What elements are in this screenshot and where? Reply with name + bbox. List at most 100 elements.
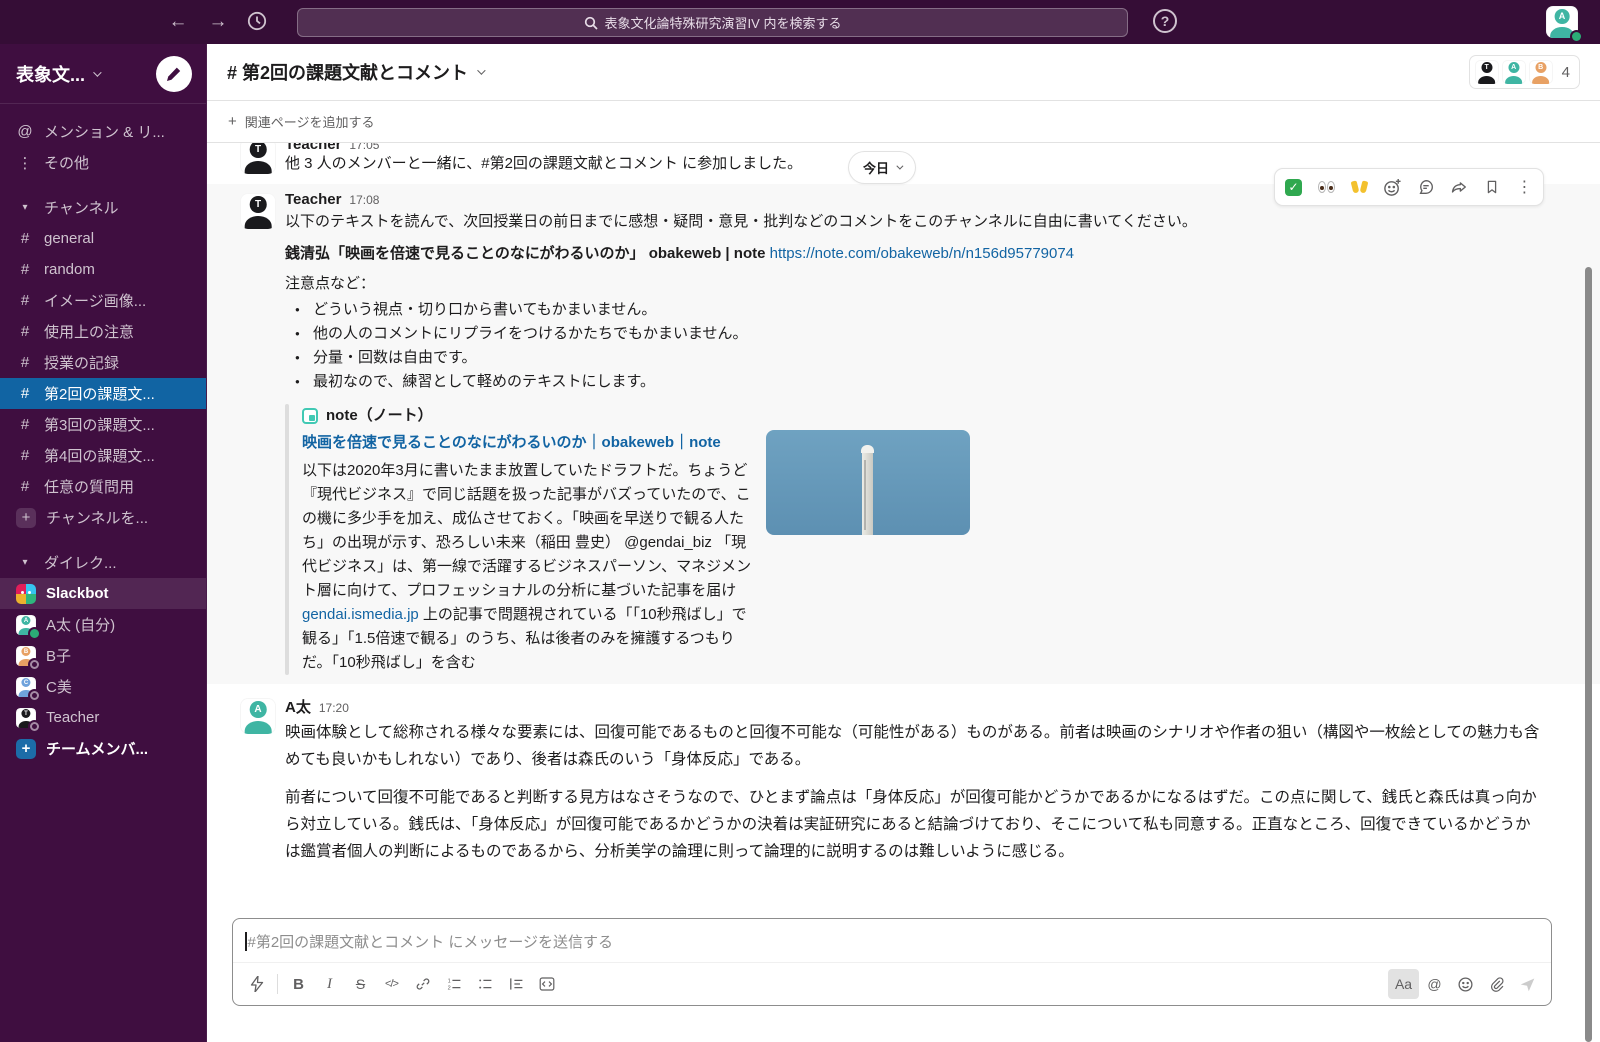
hash-icon: # (16, 447, 34, 464)
user-avatar-initial: A (1555, 9, 1570, 24)
workspace-header: 表象文... (0, 44, 206, 104)
pencil-icon (166, 66, 182, 82)
strikethrough-button[interactable]: S (345, 969, 376, 999)
link-button[interactable] (407, 969, 438, 999)
hash-icon: # (16, 230, 34, 247)
new-message-button[interactable] (156, 56, 192, 92)
blockquote-button[interactable] (500, 969, 531, 999)
chevron-down-icon (896, 163, 903, 170)
unfurl-title-link[interactable]: 映画を倍速で見ることのなにがわるいのか｜obakeweb｜note (302, 430, 752, 456)
show-formatting-button[interactable]: Aa (1388, 969, 1419, 999)
dm-section-header[interactable]: ▾ ダイレク... (0, 547, 206, 578)
bullet-item: 他の人のコメントにリプライをつけるかたちでもかまいません。 (313, 322, 1544, 346)
message-author[interactable]: A太 (285, 696, 311, 717)
bullet-list-icon (477, 976, 493, 992)
ordered-list-button[interactable]: 12 (438, 969, 469, 999)
sidebar-channel-general[interactable]: # general (0, 223, 206, 254)
message-composer: #第2回の課題文献とコメント にメッセージを送信する B I S </> 12 (232, 918, 1552, 1006)
sidebar-channel-session4[interactable]: # 第4回の課題文... (0, 440, 206, 471)
at-icon: @ (16, 123, 34, 140)
avatar[interactable]: T (240, 193, 276, 675)
help-button[interactable]: ? (1153, 9, 1177, 33)
sidebar-channel-questions[interactable]: # 任意の質問用 (0, 471, 206, 502)
sidebar-channel-random[interactable]: # random (0, 254, 206, 285)
add-reaction-button[interactable] (1376, 171, 1409, 203)
invite-members-button[interactable]: + チームメンバ... (0, 733, 206, 764)
bullet-list-button[interactable] (469, 969, 500, 999)
more-actions-button[interactable]: ⋮ (1508, 171, 1541, 203)
gendai-link[interactable]: gendai.ismedia.jp (302, 606, 419, 623)
code-button[interactable]: </> (376, 969, 407, 999)
avatar: T (16, 708, 36, 728)
message-time[interactable]: 17:20 (319, 701, 349, 715)
sidebar-item-mentions[interactable]: @ メンション & リ... (0, 116, 206, 147)
send-icon (1519, 976, 1536, 993)
sidebar-channel-images[interactable]: # イメージ画像... (0, 285, 206, 316)
unfurl-site-name: note（ノート） (326, 404, 433, 428)
composer-input[interactable]: #第2回の課題文献とコメント にメッセージを送信する (233, 919, 1551, 964)
dm-cmi[interactable]: C C美 (0, 671, 206, 702)
presence-online-icon (28, 627, 41, 640)
ata-message: A A太 17:20 映画体験として総称される様々な要素には、回復可能であるもの… (207, 684, 1600, 874)
presence-offline-icon (28, 689, 41, 702)
channel-title[interactable]: # 第2回の課題文献とコメント (227, 59, 468, 85)
blockquote-icon (508, 976, 524, 992)
channels-section-header[interactable]: ▾ チャンネル (0, 192, 206, 223)
sidebar-channel-usage-notes[interactable]: # 使用上の注意 (0, 316, 206, 347)
hash-icon: # (16, 416, 34, 433)
save-bookmark-button[interactable] (1475, 171, 1508, 203)
message-time[interactable]: 17:05 (349, 143, 379, 152)
workspace-name[interactable]: 表象文... (16, 61, 85, 87)
date-divider-button[interactable]: 今日 (848, 151, 916, 184)
search-input[interactable]: 表象文化論特殊研究演習IV 内を検索する (297, 8, 1128, 37)
scrollbar[interactable] (1585, 267, 1592, 1042)
sidebar-channel-class-records[interactable]: # 授業の記録 (0, 347, 206, 378)
history-forward-button[interactable]: → (204, 10, 232, 34)
emoji-button[interactable] (1450, 969, 1481, 999)
share-message-button[interactable] (1442, 171, 1475, 203)
link-icon (415, 976, 431, 992)
unfurl-thumbnail-image[interactable] (766, 430, 970, 535)
note-article-link[interactable]: https://note.com/obakeweb/n/n156d9577907… (770, 245, 1074, 262)
message-author[interactable]: Teacher (285, 191, 341, 208)
plus-icon: + (228, 113, 237, 130)
code-block-button[interactable] (531, 969, 562, 999)
avatar[interactable]: T (240, 143, 276, 175)
message-author[interactable]: Teacher (285, 143, 341, 153)
add-channel-button[interactable]: + チャンネルを... (0, 502, 206, 533)
member-count: 4 (1562, 64, 1570, 81)
reaction-eyes[interactable] (1310, 171, 1343, 203)
paperclip-icon (1489, 976, 1505, 993)
message-time[interactable]: 17:08 (349, 193, 379, 207)
plus-icon: + (16, 739, 36, 759)
mention-button[interactable]: @ (1419, 969, 1450, 999)
dm-teacher[interactable]: T Teacher (0, 702, 206, 733)
send-button[interactable] (1512, 969, 1543, 999)
member-avatar: B (1529, 60, 1553, 84)
dm-ata-self[interactable]: A A太 (自分) (0, 609, 206, 640)
reply-thread-button[interactable] (1409, 171, 1442, 203)
ordered-list-icon: 12 (446, 976, 462, 992)
dm-bko[interactable]: B B子 (0, 640, 206, 671)
reaction-raised-hands[interactable] (1343, 171, 1376, 203)
shortcuts-button[interactable] (241, 969, 272, 999)
vertical-dots-icon: ⋮ (16, 154, 34, 172)
avatar[interactable]: A (240, 698, 276, 865)
add-bookmark-button[interactable]: 関連ページを追加する (245, 112, 375, 131)
share-arrow-icon (1450, 178, 1468, 196)
message-paragraph: 映画体験として総称される様々な要素には、回復可能であるものと回復不可能な（可能性… (285, 719, 1544, 773)
sidebar-item-more[interactable]: ⋮ その他 (0, 147, 206, 178)
notes-bullet-list: どういう視点・切り口から書いてもかまいません。 他の人のコメントにリプライをつけ… (285, 298, 1544, 394)
history-clock-icon[interactable] (246, 10, 274, 32)
attach-file-button[interactable] (1481, 969, 1512, 999)
member-list-button[interactable]: T A B 4 (1469, 55, 1580, 89)
sidebar-channel-session3[interactable]: # 第3回の課題文... (0, 409, 206, 440)
reaction-white-check-mark[interactable]: ✓ (1277, 171, 1310, 203)
italic-button[interactable]: I (314, 969, 345, 999)
bold-button[interactable]: B (283, 969, 314, 999)
sidebar-channel-session2-selected[interactable]: # 第2回の課題文... (0, 378, 206, 409)
chevron-down-icon (93, 68, 101, 76)
user-avatar[interactable]: A (1546, 6, 1578, 38)
history-back-button[interactable]: ← (164, 10, 192, 34)
dm-slackbot[interactable]: Slackbot (0, 578, 206, 609)
